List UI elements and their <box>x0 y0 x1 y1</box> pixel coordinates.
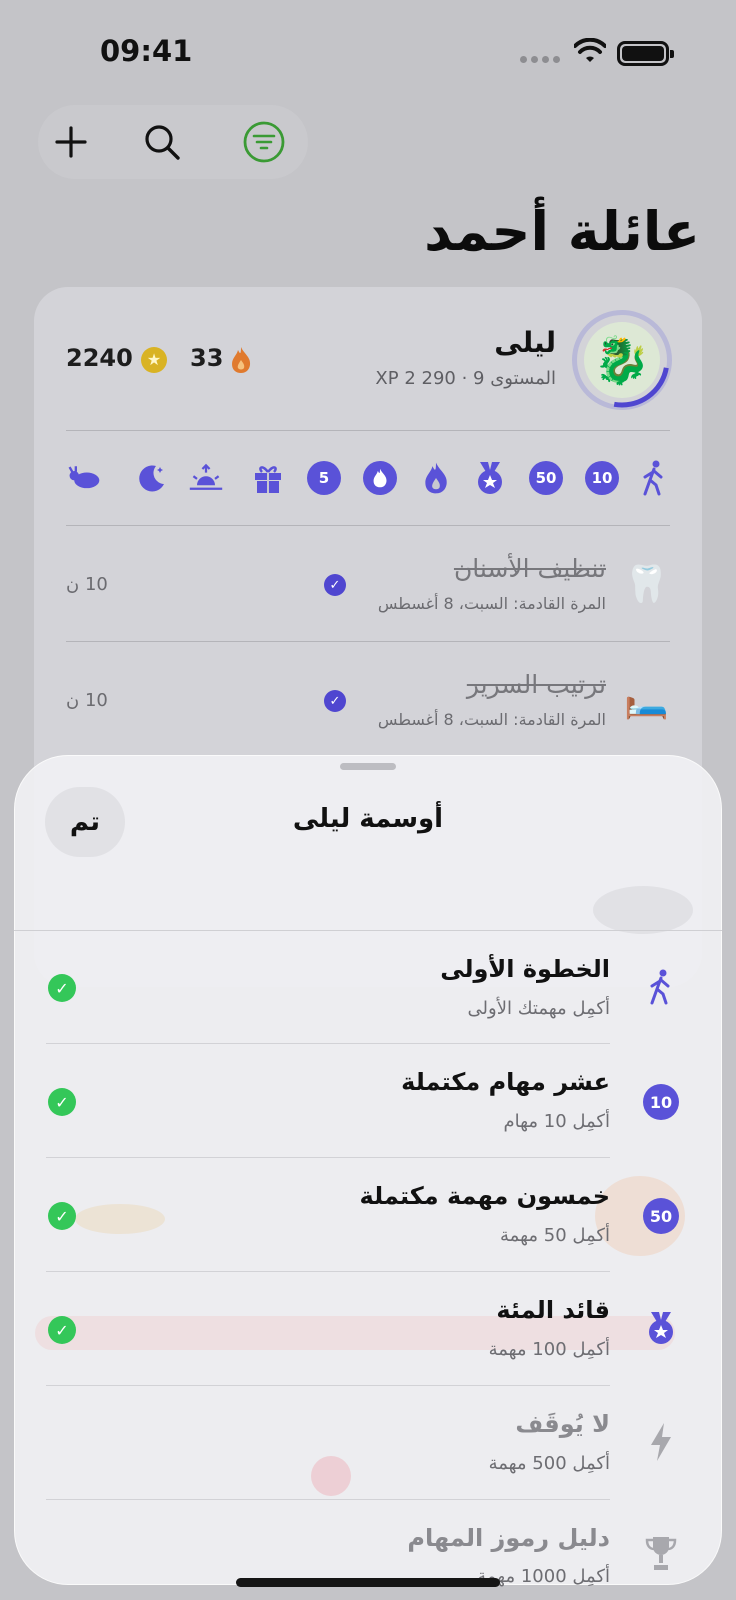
badge-50-icon: 50 <box>528 460 564 496</box>
earned-check-icon: ✓ <box>48 1316 76 1344</box>
background-blur <box>75 1204 165 1234</box>
task-done-check[interactable]: ✓ <box>324 690 346 712</box>
divider <box>66 641 670 642</box>
badge-description: أكمِل 10 مهام <box>503 1111 610 1132</box>
walking-icon <box>636 460 672 496</box>
moon-stars-icon <box>134 460 170 496</box>
filter-icon <box>243 121 285 163</box>
divider <box>66 430 670 431</box>
home-indicator[interactable] <box>236 1578 500 1587</box>
wifi-icon <box>574 38 606 62</box>
flame-badge-icon <box>362 460 398 496</box>
badge-5-icon: 5 <box>306 460 342 496</box>
badge-50-icon: 50 <box>642 1197 680 1235</box>
task-points: 10 ن <box>66 574 108 595</box>
badge-title: دليل رموز المهام <box>407 1524 610 1552</box>
task-title: تنظيف الأسنان <box>453 554 606 583</box>
walking-icon <box>642 968 680 1006</box>
level-progress-arc <box>613 367 669 408</box>
badge-title: لا يُوقَف <box>515 1410 610 1438</box>
row-divider <box>46 1271 610 1272</box>
badge-description: أكمِل 100 مهمة <box>488 1339 610 1360</box>
badge-title: عشر مهام مكتملة <box>401 1068 610 1096</box>
filter-button[interactable] <box>238 116 290 168</box>
flame-icon <box>418 460 454 496</box>
task-points: 10 ن <box>66 690 108 711</box>
medal-icon <box>642 1309 680 1347</box>
header-divider <box>14 930 722 931</box>
background-blur <box>311 1456 351 1496</box>
task-emoji: 🛏️ <box>624 680 669 721</box>
row-divider <box>46 1385 610 1386</box>
row-divider <box>46 1157 610 1158</box>
gift-icon <box>250 460 286 496</box>
badge-description: أكمِل 500 مهمة <box>488 1453 610 1474</box>
member-name: ليلى <box>494 326 556 359</box>
cellular-signal-icon <box>520 56 560 63</box>
coin-count: 2240 <box>66 344 133 372</box>
done-button[interactable]: تم <box>45 787 125 857</box>
star-coin-icon: ★ <box>141 347 167 373</box>
page-title: عائلة أحمد <box>424 200 700 263</box>
background-blur <box>593 886 693 934</box>
earned-check-icon: ✓ <box>48 974 76 1002</box>
row-divider <box>46 1499 610 1500</box>
task-title: ترتيب السرير <box>466 670 606 699</box>
task-next-date: المرة القادمة: السبت، 8 أغسطس <box>377 594 606 613</box>
task-emoji: 🦷 <box>624 564 669 605</box>
rabbit-icon <box>68 460 104 496</box>
search-icon <box>145 125 180 160</box>
badge-title: خمسون مهمة مكتملة <box>359 1182 610 1210</box>
badge-10-icon: 10 <box>584 460 620 496</box>
badge-10-icon: 10 <box>642 1083 680 1121</box>
bolt-icon <box>642 1423 680 1461</box>
trophy-icon <box>642 1535 680 1573</box>
row-divider <box>46 1043 610 1044</box>
earned-check-icon: ✓ <box>48 1088 76 1116</box>
streak-count: 33 <box>190 344 224 372</box>
badge-title: الخطوة الأولى <box>440 955 610 983</box>
member-level: المستوى 9 · 290 2 XP <box>375 368 556 389</box>
search-button[interactable] <box>136 116 188 168</box>
badge-description: أكمِل 50 مهمة <box>500 1225 610 1246</box>
sheet-title: أوسمة ليلى <box>292 804 444 834</box>
plus-icon <box>55 126 87 158</box>
sheet-grabber[interactable] <box>340 763 396 770</box>
task-next-date: المرة القادمة: السبت، 8 أغسطس <box>377 710 606 729</box>
medal-icon <box>472 460 508 496</box>
badges-sheet <box>14 755 722 1585</box>
sunrise-icon <box>188 460 224 496</box>
add-button[interactable] <box>45 116 97 168</box>
earned-check-icon: ✓ <box>48 1202 76 1230</box>
badge-description: أكمِل مهمتك الأولى <box>467 998 610 1019</box>
flame-icon <box>232 347 251 373</box>
badge-title: قائد المئة <box>496 1296 610 1324</box>
divider <box>66 525 670 526</box>
battery-icon <box>617 41 674 66</box>
task-done-check[interactable]: ✓ <box>324 574 346 596</box>
status-time: 09:41 <box>100 34 193 68</box>
